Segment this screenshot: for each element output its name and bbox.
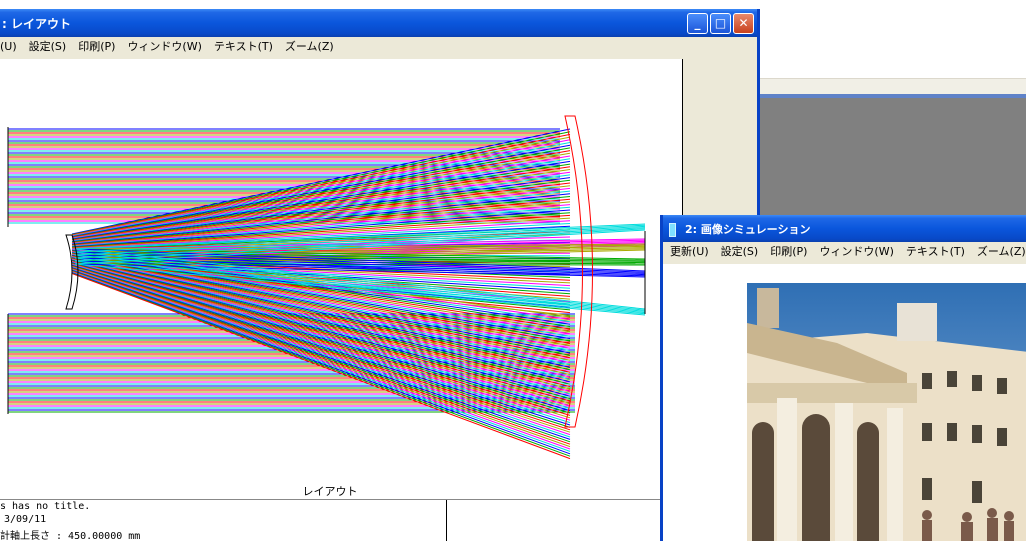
maximize-button[interactable]: □: [710, 13, 731, 34]
background-window-menubar: [758, 78, 1026, 95]
menu-print[interactable]: 印刷(P): [78, 37, 115, 57]
simulated-building-image: [747, 283, 1026, 541]
ray-trace-diagram: [7, 115, 646, 460]
layout-window-titlebar[interactable]: : レイアウト _ □ ✕: [0, 9, 757, 37]
menu-settings[interactable]: 設定(S): [29, 37, 67, 57]
minimize-button[interactable]: _: [687, 13, 708, 34]
close-icon: ✕: [738, 16, 749, 30]
app-icon: [669, 223, 676, 237]
close-button[interactable]: ✕: [733, 13, 754, 34]
menu-zoom[interactable]: ズーム(Z): [977, 242, 1026, 262]
info-date-line: 3/09/11: [4, 514, 47, 525]
background-window: [758, 78, 1026, 238]
info-cell: s has no title. 3/09/11 計軸上長さ : 450.0000…: [0, 500, 447, 541]
menu-update[interactable]: (U): [0, 37, 17, 57]
menu-update[interactable]: 更新(U): [670, 242, 709, 262]
menu-window[interactable]: ウィンドウ(W): [819, 242, 893, 262]
layout-status-label: レイアウト: [302, 485, 358, 498]
minimize-icon: _: [694, 16, 701, 30]
layout-window-title: : レイアウト: [2, 17, 71, 31]
layout-menubar: (U) 設定(S) 印刷(P) ウィンドウ(W) テキスト(T) ズーム(Z): [0, 37, 757, 57]
menu-window[interactable]: ウィンドウ(W): [127, 37, 201, 57]
info-length-line: 計軸上長さ : 450.00000 mm: [0, 531, 141, 541]
layout-canvas[interactable]: [0, 59, 683, 485]
menu-settings[interactable]: 設定(S): [721, 242, 759, 262]
sim-menubar: 更新(U) 設定(S) 印刷(P) ウィンドウ(W) テキスト(T) ズーム(Z): [663, 242, 1026, 262]
simulation-canvas[interactable]: [663, 264, 1026, 541]
maximize-icon: □: [714, 16, 727, 30]
layout-window: : レイアウト _ □ ✕ (U) 設定(S) 印刷(P) ウィンドウ(W) テキスト(…: [0, 9, 760, 541]
layout-status-bar: レイアウト: [0, 484, 660, 500]
sim-window-titlebar[interactable]: 2: 画像シミュレーション: [663, 215, 1026, 242]
layout-info-panel: s has no title. 3/09/11 計軸上長さ : 450.0000…: [0, 500, 660, 541]
image-simulation-window: 2: 画像シミュレーション 更新(U) 設定(S) 印刷(P) ウィンドウ(W) テキス…: [660, 215, 1026, 541]
menu-zoom[interactable]: ズーム(Z): [285, 37, 334, 57]
menu-text[interactable]: テキスト(T): [906, 242, 965, 262]
info-title-line: s has no title.: [0, 501, 91, 512]
sim-window-title: 2: 画像シミュレーション: [685, 223, 811, 236]
menu-text[interactable]: テキスト(T): [214, 37, 273, 57]
menu-print[interactable]: 印刷(P): [770, 242, 807, 262]
